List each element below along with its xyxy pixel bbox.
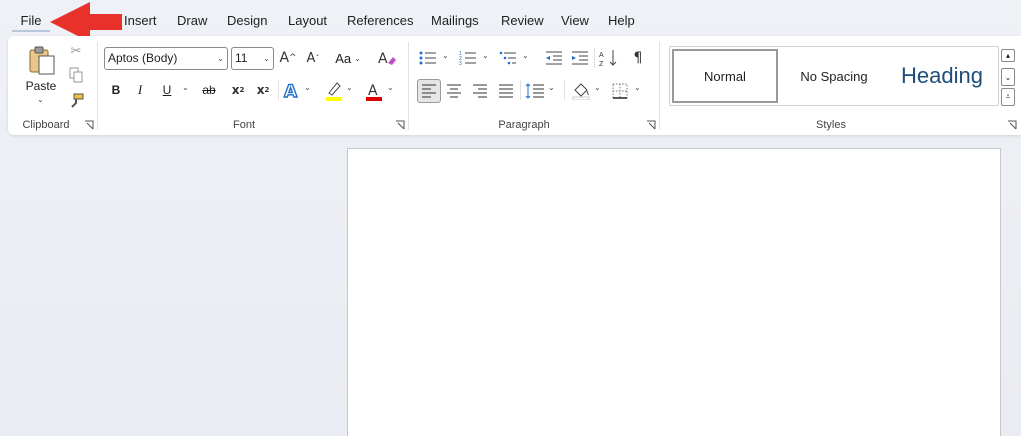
chevron-down-icon: ⌄ — [263, 54, 270, 63]
align-center-icon[interactable] — [444, 80, 464, 102]
strikethrough-button[interactable]: ab — [199, 81, 219, 99]
styles-gallery: Normal No Spacing Heading — [669, 46, 999, 106]
multilevel-list-icon[interactable] — [498, 48, 518, 68]
show-formatting-icon[interactable]: ¶ — [628, 48, 648, 68]
numbering-icon[interactable]: 123 — [458, 48, 478, 68]
borders-icon[interactable] — [610, 80, 630, 102]
gallery-scroll-down-icon[interactable]: ⌄ — [1001, 68, 1015, 86]
paste-dropdown-icon[interactable]: ⌄ — [37, 95, 44, 104]
document-page[interactable] — [347, 148, 1001, 436]
clipboard-launcher-icon[interactable] — [84, 120, 94, 130]
chevron-down-icon[interactable]: ⌄ — [182, 83, 189, 92]
cut-icon[interactable]: ✂ — [66, 42, 86, 60]
copy-icon[interactable] — [66, 66, 86, 84]
increase-indent-icon[interactable] — [570, 48, 590, 68]
justify-icon[interactable] — [496, 80, 516, 102]
menu-layout[interactable]: Layout — [288, 12, 327, 30]
separator — [278, 80, 279, 100]
format-painter-icon[interactable] — [66, 92, 86, 110]
chevron-down-icon[interactable]: ⌄ — [594, 83, 601, 92]
chevron-down-icon[interactable]: ⌄ — [548, 83, 555, 92]
underline-button[interactable]: U — [159, 81, 175, 99]
svg-text:A: A — [378, 51, 388, 67]
separator — [408, 42, 409, 130]
svg-text:Z: Z — [599, 61, 604, 67]
align-left-icon[interactable] — [417, 79, 441, 103]
font-size-value: 11 — [235, 51, 248, 65]
chevron-down-icon[interactable]: ⌄ — [442, 51, 449, 60]
chevron-down-icon: ⌄ — [217, 54, 224, 63]
paragraph-launcher-icon[interactable] — [646, 120, 656, 130]
chevron-down-icon[interactable]: ⌄ — [304, 83, 311, 92]
chevron-down-icon[interactable]: ⌄ — [346, 83, 353, 92]
svg-text:3: 3 — [459, 61, 462, 66]
sort-icon[interactable]: AZ — [598, 48, 620, 68]
subscript-icon[interactable]: x2 — [229, 81, 247, 99]
line-spacing-icon[interactable] — [524, 80, 546, 102]
grow-font-icon[interactable]: A ^ — [278, 48, 298, 68]
svg-text:A: A — [284, 82, 298, 99]
separator — [659, 42, 660, 130]
style-normal[interactable]: Normal — [672, 49, 778, 103]
font-launcher-icon[interactable] — [395, 120, 405, 130]
align-right-icon[interactable] — [470, 80, 490, 102]
menu-references[interactable]: References — [347, 12, 413, 30]
style-heading[interactable]: Heading — [888, 49, 996, 103]
menu-draw[interactable]: Draw — [177, 12, 207, 30]
shrink-font-icon[interactable]: Aˇ — [303, 48, 323, 68]
chevron-down-icon[interactable]: ⌄ — [634, 83, 641, 92]
svg-text:A: A — [368, 83, 378, 99]
menu-view[interactable]: View — [561, 12, 589, 30]
menu-design[interactable]: Design — [227, 12, 267, 30]
bullets-icon[interactable] — [418, 48, 438, 68]
chevron-down-icon[interactable]: ⌄ — [387, 83, 394, 92]
separator — [594, 48, 595, 68]
font-name-value: Aptos (Body) — [108, 51, 178, 65]
paragraph-group-label: Paragraph — [498, 119, 550, 131]
superscript-icon[interactable]: x2 — [254, 81, 272, 99]
styles-launcher-icon[interactable] — [1007, 120, 1017, 130]
shading-icon[interactable] — [570, 80, 592, 102]
gallery-scroll-up-icon[interactable]: ▴ — [1001, 49, 1015, 62]
separator — [97, 42, 98, 130]
chevron-down-icon[interactable]: ⌄ — [482, 51, 489, 60]
menu-bar: File Insert Draw Design Layout Reference… — [0, 0, 1021, 40]
menu-insert[interactable]: Insert — [124, 12, 157, 30]
ribbon: Paste ⌄ ✂ Clipboard Aptos (Body) ⌄ 11 ⌄ … — [8, 36, 1021, 135]
separator — [520, 80, 521, 100]
svg-text:A: A — [599, 52, 604, 59]
change-case-label: Aa — [335, 50, 352, 66]
font-name-dropdown[interactable]: Aptos (Body) ⌄ — [104, 47, 228, 70]
gallery-more-icon[interactable]: ⩡ — [1001, 88, 1015, 106]
font-color-icon[interactable]: A — [364, 80, 384, 102]
styles-group-label: Styles — [816, 119, 846, 131]
menu-review[interactable]: Review — [501, 12, 544, 30]
menu-mailings[interactable]: Mailings — [431, 12, 479, 30]
decrease-indent-icon[interactable] — [544, 48, 564, 68]
separator — [564, 80, 565, 100]
paste-label[interactable]: Paste — [22, 79, 60, 93]
chevron-down-icon: ⌄ — [354, 53, 361, 63]
font-size-dropdown[interactable]: 11 ⌄ — [231, 47, 274, 70]
change-case-button[interactable]: Aa ⌄ — [332, 48, 364, 68]
font-group-label: Font — [232, 119, 255, 131]
chevron-down-icon[interactable]: ⌄ — [522, 51, 529, 60]
text-effects-icon[interactable]: A — [282, 80, 302, 100]
highlight-color-icon[interactable] — [324, 80, 344, 102]
menu-help[interactable]: Help — [608, 12, 635, 30]
paste-icon[interactable] — [26, 44, 58, 76]
italic-button[interactable]: I — [132, 81, 148, 99]
clear-formatting-icon[interactable]: A — [376, 48, 398, 68]
clipboard-group-label: Clipboard — [22, 119, 70, 131]
style-no-spacing[interactable]: No Spacing — [782, 49, 886, 103]
bold-button[interactable]: B — [108, 81, 124, 99]
